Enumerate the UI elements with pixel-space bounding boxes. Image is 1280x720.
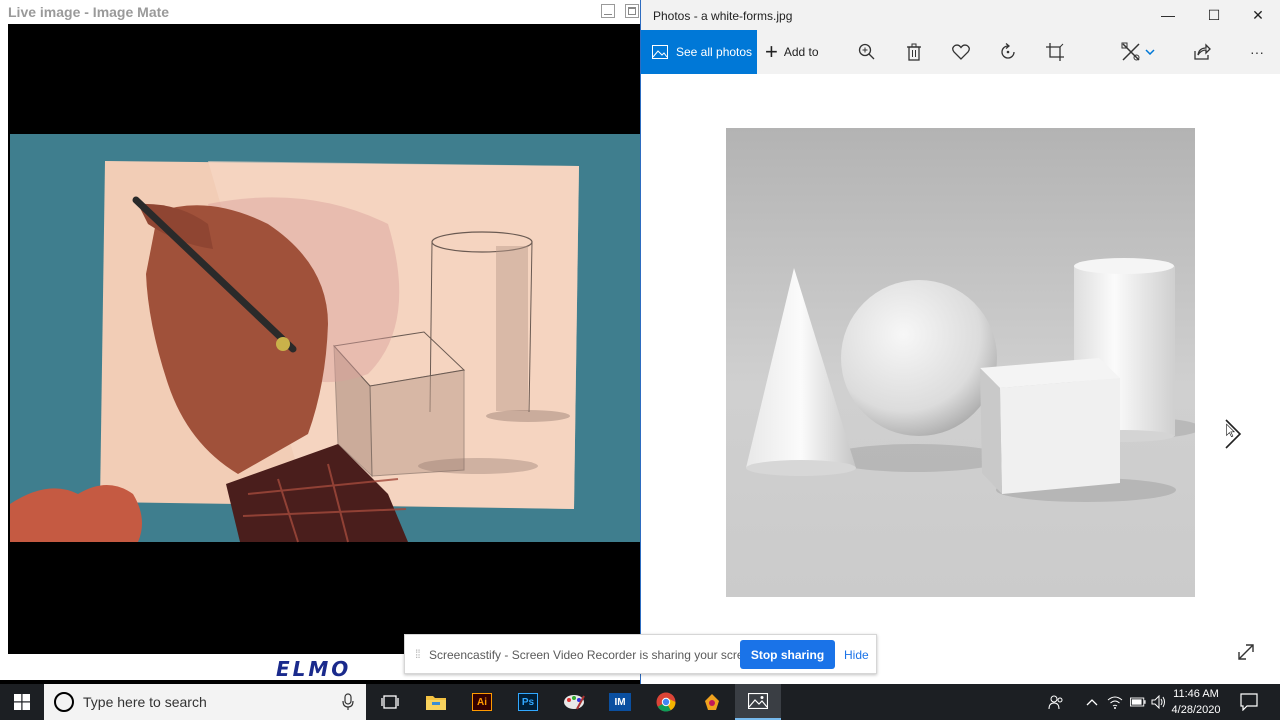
live-camera-view xyxy=(8,24,640,654)
search-placeholder: Type here to search xyxy=(83,694,207,710)
maximize-button[interactable] xyxy=(625,4,639,18)
photos-titlebar[interactable]: Photos - a white-forms.jpg — ☐ ✕ xyxy=(641,0,1280,30)
illustrator-icon: Ai xyxy=(472,693,492,711)
photos-window: Photos - a white-forms.jpg — ☐ ✕ See all… xyxy=(640,0,1280,684)
favorite-heart-icon[interactable] xyxy=(951,42,971,62)
chrome-icon xyxy=(656,692,676,712)
displayed-photo xyxy=(726,128,1201,597)
photos-title: Photos - a white-forms.jpg xyxy=(653,9,793,23)
clock-date: 4/28/2020 xyxy=(1171,704,1221,716)
more-options-icon[interactable]: ··· xyxy=(1247,42,1267,62)
image-mate-icon: IM xyxy=(609,693,631,711)
notifications-icon[interactable] xyxy=(1240,693,1258,711)
add-to-button[interactable]: + Add to xyxy=(765,30,819,74)
people-icon[interactable] xyxy=(1048,694,1064,710)
crop-icon[interactable] xyxy=(1045,42,1065,62)
system-clock[interactable]: 11:46 AM 4/28/2020 xyxy=(1164,686,1228,718)
taskbar-paint[interactable] xyxy=(551,684,597,720)
taskbar-illustrator[interactable]: Ai xyxy=(459,684,505,720)
folder-icon xyxy=(426,696,446,710)
photos-toolbar: See all photos + Add to ··· xyxy=(641,30,1280,74)
close-button[interactable]: ✕ xyxy=(1235,0,1280,30)
photoshop-icon: Ps xyxy=(518,693,538,711)
white-forms-image xyxy=(726,128,1201,597)
minimize-button[interactable]: — xyxy=(1145,0,1191,30)
paint-palette-icon xyxy=(564,695,585,710)
next-photo-arrow-icon[interactable] xyxy=(1223,419,1247,449)
fullscreen-expand-icon[interactable] xyxy=(1236,642,1256,662)
edit-create-icon[interactable] xyxy=(1121,42,1141,62)
taskbar-chrome[interactable] xyxy=(643,684,689,720)
photo-gallery-icon xyxy=(652,45,668,59)
windows-logo-icon xyxy=(14,694,30,710)
image-mate-window: Live image - Image Mate ELMO xyxy=(0,0,640,681)
clock-time: 11:46 AM xyxy=(1173,688,1219,700)
image-mate-title: Live image - Image Mate xyxy=(8,4,170,20)
add-to-label: Add to xyxy=(783,45,819,59)
share-icon[interactable] xyxy=(1192,42,1212,62)
elmo-logo: ELMO xyxy=(276,657,352,681)
live-image-feed xyxy=(8,24,640,654)
wifi-icon[interactable] xyxy=(1107,694,1123,710)
rotate-icon[interactable] xyxy=(998,42,1018,62)
taskbar-photoshop[interactable]: Ps xyxy=(505,684,551,720)
see-all-photos-button[interactable]: See all photos xyxy=(641,30,757,74)
photo-viewer[interactable] xyxy=(641,74,1280,684)
screencastify-sharing-bar: ⁞⁞ Screencastify - Screen Video Recorder… xyxy=(404,634,877,674)
taskbar-photos[interactable] xyxy=(735,684,781,720)
zoom-icon[interactable] xyxy=(857,42,877,62)
chevron-down-icon[interactable] xyxy=(1143,42,1157,62)
battery-icon[interactable] xyxy=(1130,694,1146,710)
taskbar: Type here to search Ai Ps IM 11:46 AM 4/… xyxy=(0,684,1280,720)
taskbar-file-explorer[interactable] xyxy=(413,684,459,720)
chevron-up-icon[interactable] xyxy=(1084,694,1100,710)
delete-icon[interactable] xyxy=(904,42,924,62)
task-view-icon xyxy=(381,695,399,709)
taskbar-search-box[interactable]: Type here to search xyxy=(44,684,366,720)
photos-app-icon xyxy=(748,693,768,709)
taskbar-image-mate[interactable]: IM xyxy=(597,684,643,720)
taskbar-app-8[interactable] xyxy=(689,684,735,720)
app-icon xyxy=(705,694,719,710)
hide-link[interactable]: Hide xyxy=(844,648,869,662)
cortana-icon xyxy=(54,692,74,712)
maximize-button[interactable]: ☐ xyxy=(1191,0,1237,30)
plus-icon: + xyxy=(765,39,778,64)
drag-handle-icon[interactable]: ⁞⁞ xyxy=(415,647,421,661)
microphone-icon[interactable] xyxy=(342,693,354,711)
start-button[interactable] xyxy=(0,684,44,720)
task-view-button[interactable] xyxy=(367,684,413,720)
stop-sharing-button[interactable]: Stop sharing xyxy=(740,640,835,669)
sharing-message: Screencastify - Screen Video Recorder is… xyxy=(429,648,761,662)
see-all-photos-label: See all photos xyxy=(676,45,753,59)
minimize-button[interactable] xyxy=(601,4,615,18)
image-mate-titlebar[interactable]: Live image - Image Mate xyxy=(0,0,640,24)
